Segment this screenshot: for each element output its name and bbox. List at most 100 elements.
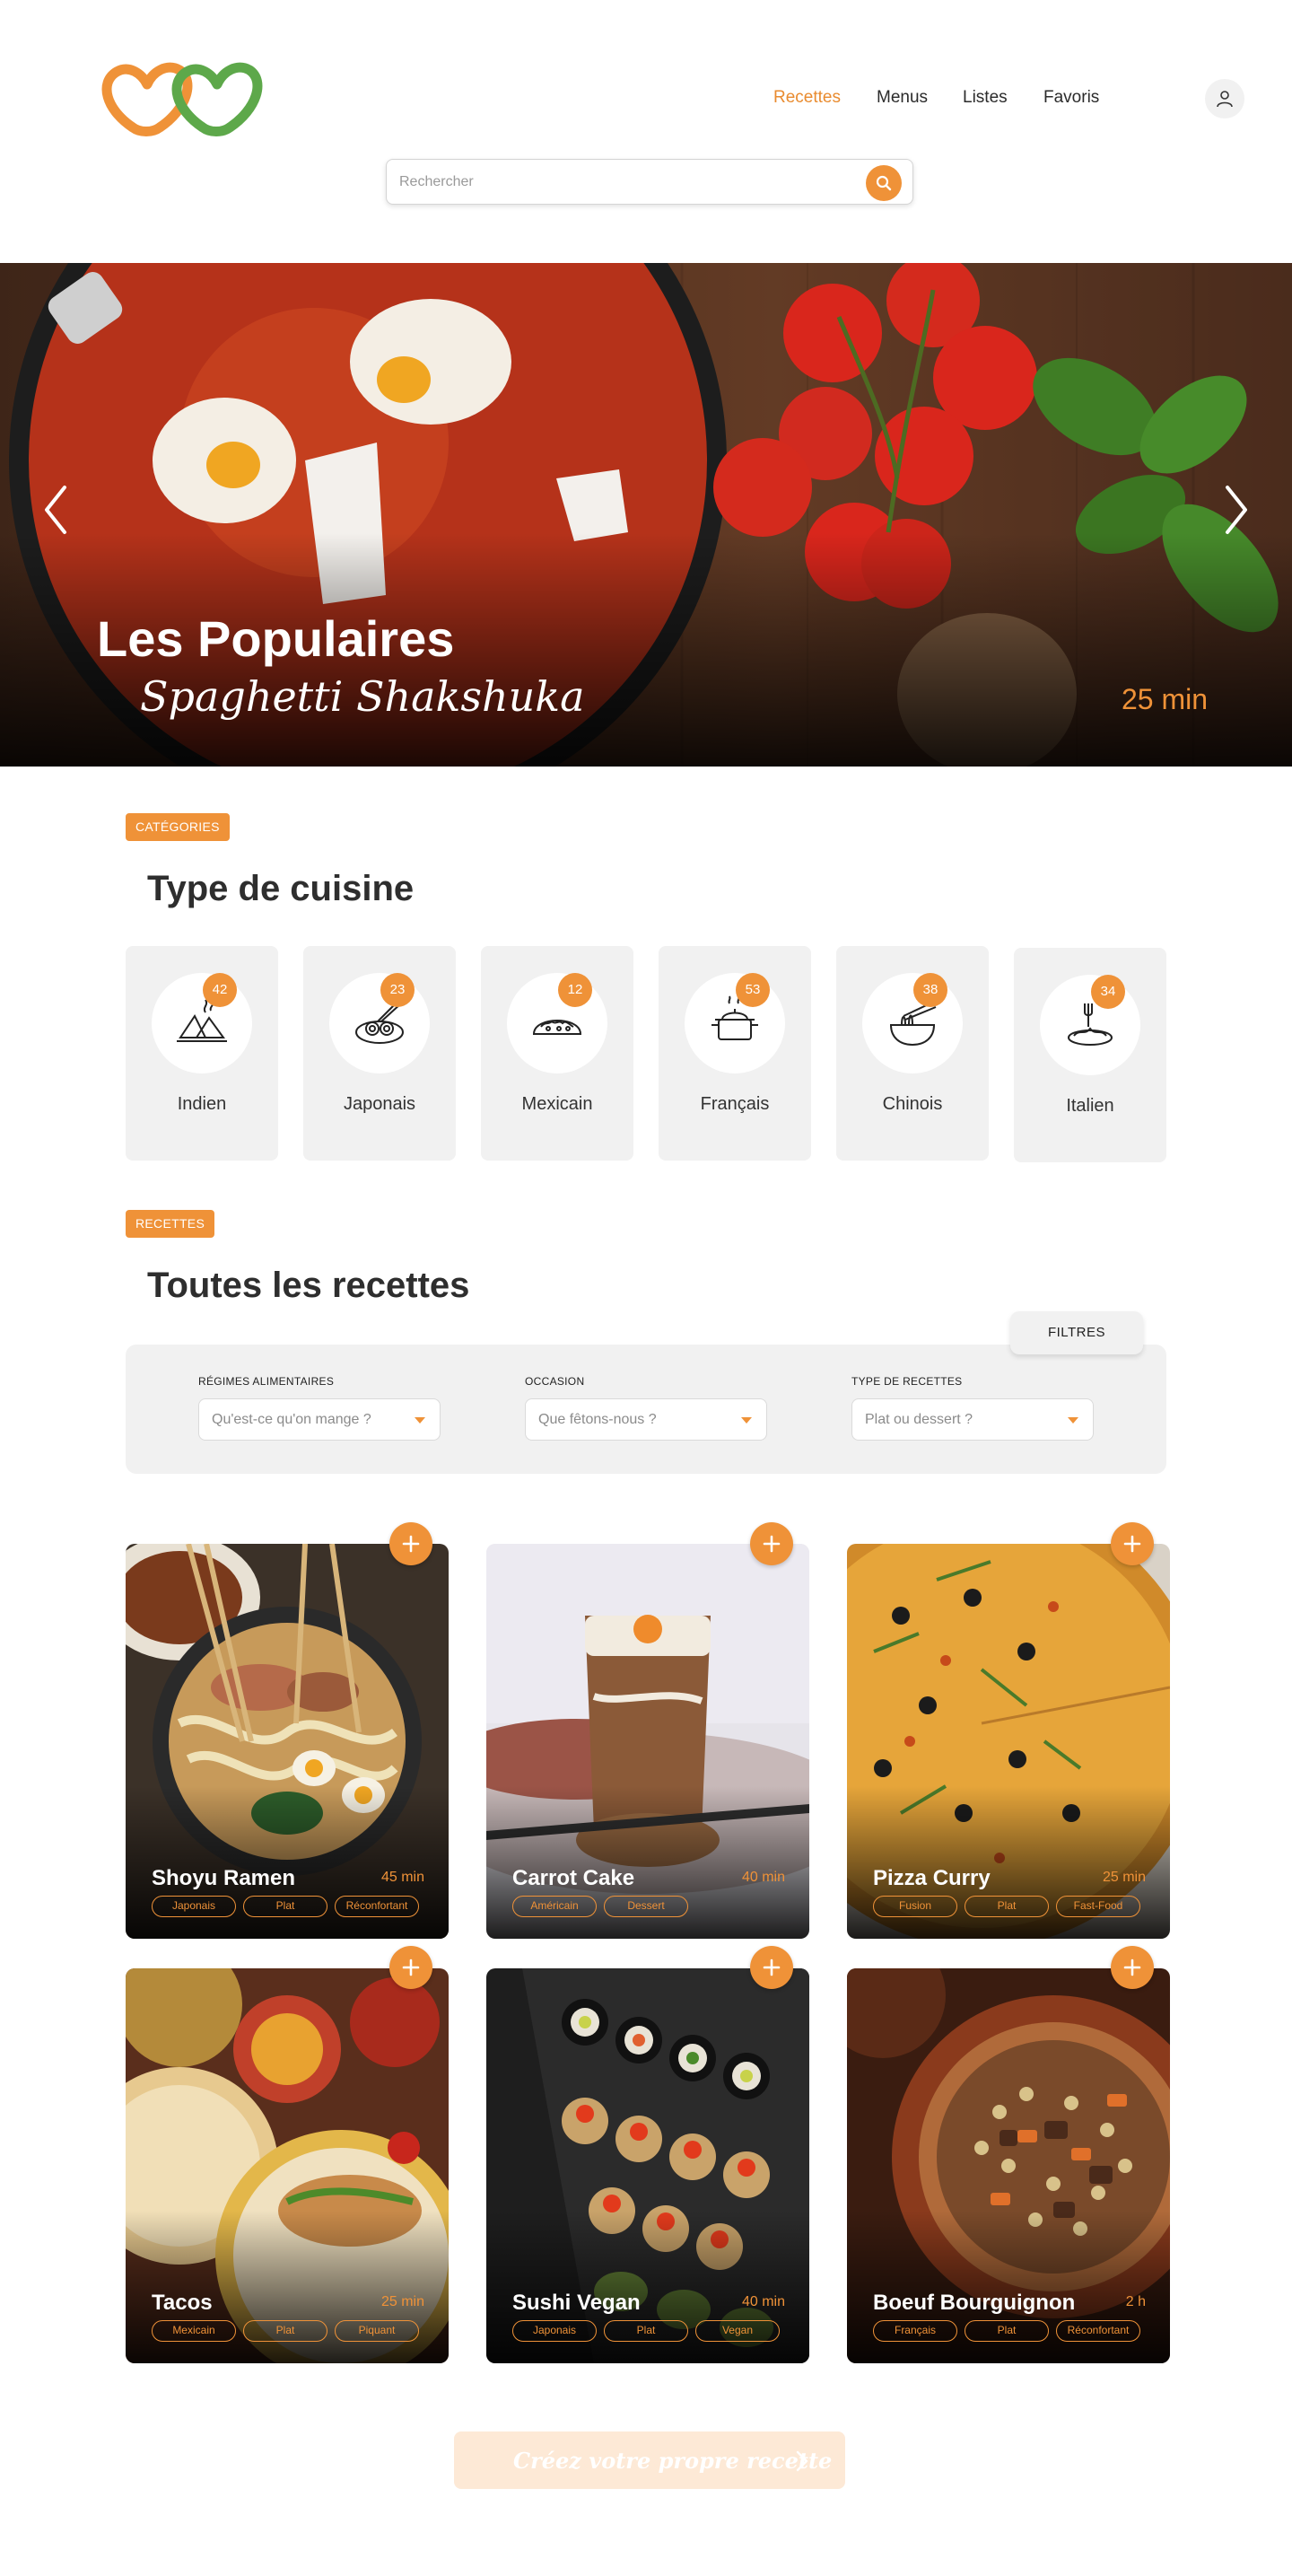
- select-placeholder: Que fêtons-nous ?: [538, 1412, 657, 1427]
- category-icon-circle: [329, 973, 430, 1073]
- add-recipe-button[interactable]: [389, 1522, 432, 1565]
- nav-recettes[interactable]: Recettes: [773, 88, 841, 108]
- filter-label: RÉGIMES ALIMENTAIRES: [198, 1375, 335, 1388]
- recipe-tag[interactable]: Français: [873, 2320, 957, 2342]
- category-label: Indien: [177, 1094, 227, 1114]
- recipe-card-shoyu-ramen[interactable]: Shoyu Ramen 45 min Japonais Plat Réconfo…: [126, 1544, 449, 1939]
- recipe-tag[interactable]: Réconfortant: [1056, 2320, 1140, 2342]
- nav-listes[interactable]: Listes: [963, 88, 1008, 108]
- filter-group-regimes: RÉGIMES ALIMENTAIRES Qu'est-ce qu'on man…: [198, 1375, 441, 1441]
- hero-title: Les Populaires: [97, 610, 455, 667]
- recipes-title: Toutes les recettes: [147, 1266, 470, 1305]
- nav-menus[interactable]: Menus: [877, 88, 928, 108]
- category-card-francais[interactable]: 53 Français: [659, 946, 811, 1161]
- add-recipe-button[interactable]: [389, 1946, 432, 1989]
- category-icon-circle: [862, 973, 963, 1073]
- category-count-badge: 23: [380, 973, 415, 1007]
- filter-group-occasion: OCCASION Que fêtons-nous ?: [525, 1375, 767, 1441]
- recipe-time: 25 min: [1102, 1870, 1146, 1885]
- recipe-tag[interactable]: Japonais: [512, 2320, 597, 2342]
- select-placeholder: Plat ou dessert ?: [865, 1412, 973, 1427]
- categories-title: Type de cuisine: [147, 869, 415, 908]
- category-card-indien[interactable]: 42 Indien: [126, 946, 278, 1161]
- category-icon-circle: [1040, 975, 1140, 1075]
- add-recipe-button[interactable]: [750, 1946, 793, 1989]
- category-count-badge: 12: [558, 973, 592, 1007]
- recipe-tags: Japonais Plat Réconfortant: [152, 1896, 419, 1917]
- occasion-select[interactable]: Que fêtons-nous ?: [525, 1398, 767, 1441]
- recipe-card-pizza-curry[interactable]: Pizza Curry 25 min Fusion Plat Fast-Food: [847, 1544, 1170, 1939]
- select-placeholder: Qu'est-ce qu'on mange ?: [212, 1412, 371, 1427]
- dropdown-caret-icon: [1068, 1417, 1078, 1424]
- search-icon: [876, 175, 892, 191]
- plus-icon: [402, 1958, 420, 1976]
- categories-tag: CATÉGORIES: [126, 813, 230, 841]
- category-card-italien[interactable]: 34 Italien: [1014, 948, 1166, 1162]
- category-label: Français: [700, 1094, 770, 1114]
- recipes-tag: RECETTES: [126, 1210, 215, 1238]
- recipe-tag[interactable]: Plat: [965, 1896, 1049, 1917]
- dropdown-caret-icon: [741, 1417, 752, 1424]
- recipe-time: 25 min: [380, 2294, 424, 2309]
- recipe-tag[interactable]: Réconfortant: [335, 1896, 419, 1917]
- category-icon-circle: [152, 973, 252, 1073]
- recipe-tag[interactable]: Mexicain: [152, 2320, 236, 2342]
- hero-recipe-name[interactable]: Spaghetti Shakshuka: [140, 672, 585, 721]
- search-input[interactable]: [399, 171, 848, 194]
- recipe-tag[interactable]: Vegan: [695, 2320, 780, 2342]
- recipe-time: 45 min: [380, 1870, 424, 1885]
- filter-group-type: TYPE DE RECETTES Plat ou dessert ?: [851, 1375, 1094, 1441]
- recipe-title: Tacos: [152, 2291, 213, 2315]
- filter-panel: RÉGIMES ALIMENTAIRES Qu'est-ce qu'on man…: [126, 1345, 1166, 1474]
- recipe-card-boeuf-bourguignon[interactable]: Boeuf Bourguignon 2 h Français Plat Réco…: [847, 1968, 1170, 2363]
- add-recipe-button[interactable]: [1111, 1522, 1154, 1565]
- filters-toggle-button[interactable]: FILTRES: [1010, 1311, 1143, 1354]
- recipe-tag[interactable]: Fast-Food: [1056, 1896, 1140, 1917]
- category-icon-circle: [685, 973, 785, 1073]
- add-recipe-button[interactable]: [1111, 1946, 1154, 1989]
- logo[interactable]: [97, 56, 276, 138]
- recipe-tag[interactable]: Plat: [604, 2320, 688, 2342]
- recipe-tags: Américain Dessert: [512, 1896, 688, 1917]
- recipe-tag[interactable]: Plat: [965, 2320, 1049, 2342]
- recipe-time: 2 h: [1125, 2294, 1146, 2309]
- category-label: Japonais: [343, 1094, 416, 1114]
- recipe-tags: Fusion Plat Fast-Food: [873, 1896, 1140, 1917]
- recipe-tag[interactable]: Plat: [243, 1896, 327, 1917]
- recipe-tag[interactable]: Plat: [243, 2320, 327, 2342]
- plus-icon: [402, 1535, 420, 1553]
- category-card-japonais[interactable]: 23 Japonais: [303, 946, 456, 1161]
- recipe-card-sushi-vegan[interactable]: Sushi Vegan 40 min Japonais Plat Vegan: [486, 1968, 809, 2363]
- filter-label: OCCASION: [525, 1375, 585, 1388]
- diet-select[interactable]: Qu'est-ce qu'on mange ?: [198, 1398, 441, 1441]
- category-card-mexicain[interactable]: 12 Mexicain: [481, 946, 633, 1161]
- category-count-badge: 38: [913, 973, 947, 1007]
- recipe-tag[interactable]: Dessert: [604, 1896, 688, 1917]
- recipe-type-select[interactable]: Plat ou dessert ?: [851, 1398, 1094, 1441]
- create-recipe-button[interactable]: Créez votre propre recette: [454, 2431, 845, 2489]
- recipe-time: 40 min: [741, 1870, 785, 1885]
- recipe-card-carrot-cake[interactable]: Carrot Cake 40 min Américain Dessert: [486, 1544, 809, 1939]
- user-account-button[interactable]: [1205, 79, 1244, 118]
- site-header: Recettes Menus Listes Favoris: [0, 0, 1292, 263]
- recipe-tag[interactable]: Américain: [512, 1896, 597, 1917]
- user-icon: [1217, 91, 1233, 108]
- plus-icon: [1123, 1958, 1141, 1976]
- category-card-chinois[interactable]: 38 Chinois: [836, 946, 989, 1161]
- category-label: Italien: [1066, 1096, 1114, 1116]
- nav-favoris[interactable]: Favoris: [1043, 88, 1099, 108]
- search-button[interactable]: [866, 165, 902, 201]
- recipe-tag[interactable]: Fusion: [873, 1896, 957, 1917]
- add-recipe-button[interactable]: [750, 1522, 793, 1565]
- carousel-prev-arrow-icon[interactable]: [36, 478, 81, 541]
- recipe-title: Shoyu Ramen: [152, 1866, 296, 1890]
- category-icon-circle: [507, 973, 607, 1073]
- recipe-tag[interactable]: Piquant: [335, 2320, 419, 2342]
- recipe-title: Pizza Curry: [873, 1866, 991, 1890]
- recipe-tag[interactable]: Japonais: [152, 1896, 236, 1917]
- recipe-card-tacos[interactable]: Tacos 25 min Mexicain Plat Piquant: [126, 1968, 449, 2363]
- recipe-title: Carrot Cake: [512, 1866, 635, 1890]
- category-label: Chinois: [882, 1094, 943, 1114]
- carousel-next-arrow-icon[interactable]: [1211, 478, 1256, 541]
- create-recipe-label: Créez votre propre recette: [513, 2448, 833, 2474]
